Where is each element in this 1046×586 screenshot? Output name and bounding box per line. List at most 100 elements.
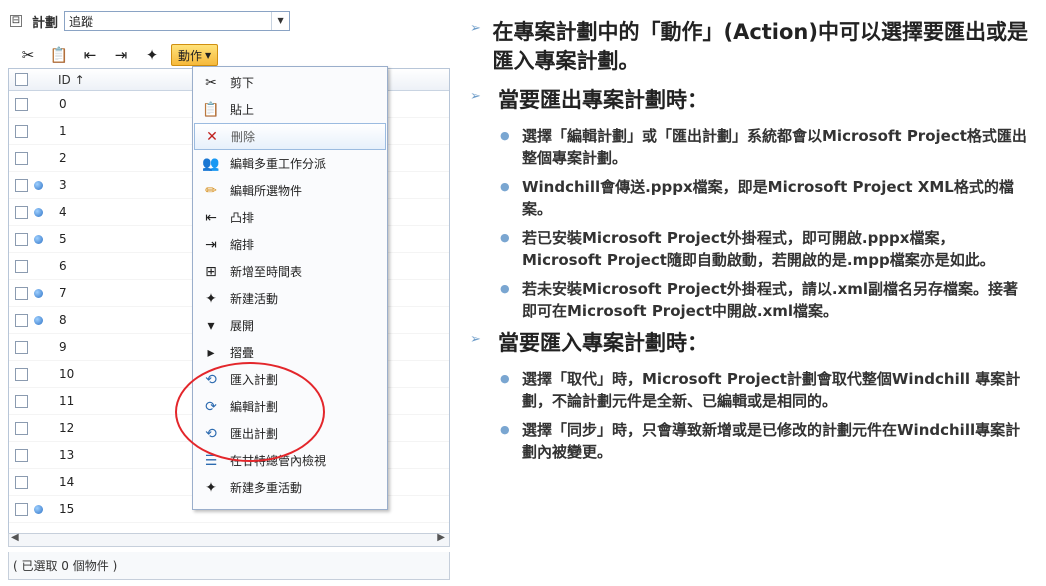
scroll-right-icon[interactable]: ▶ [437, 532, 445, 543]
menu-item-label: 貼上 [230, 103, 255, 117]
menu-item-label: 新建活動 [230, 292, 279, 306]
chevron-down-icon: ▼ [205, 50, 212, 60]
cut-icon[interactable]: ✂ [18, 45, 38, 65]
action-menu-button[interactable]: 動作 ▼ [171, 44, 219, 66]
row-checkbox[interactable] [15, 178, 28, 192]
menu-item-label: 新增至時間表 [230, 265, 303, 279]
menu-item-label: 新建多重活動 [230, 481, 303, 495]
collapse-toggle[interactable]: ⊟ [10, 15, 22, 27]
row-checkbox[interactable] [15, 286, 28, 300]
note-bullet: ➢ 當要匯出專案計劃時： [470, 86, 1040, 115]
status-dot-icon [34, 207, 43, 217]
menu-item[interactable]: ✂ 剪下 [193, 69, 387, 96]
row-id: 4 [59, 205, 67, 219]
toolbar: ✂ 📋 ⇤ ⇥ ✦ 動作 ▼ [18, 42, 219, 68]
menu-item[interactable]: ✕ 刪除 [194, 123, 386, 150]
notes-panel: ➢ 在專案計劃中的「動作」(Action)中可以選擇要匯出或是匯入專案計劃。 ➢… [470, 18, 1040, 470]
row-checkbox[interactable] [15, 502, 28, 516]
row-checkbox[interactable] [15, 394, 28, 408]
row-checkbox[interactable] [15, 124, 28, 138]
paste-icon: 📋 [202, 101, 220, 118]
sub-bullet: ● 選擇「同步」時，只會導致新增或是已修改的計劃元件在Windchill專案計劃內… [500, 419, 1040, 463]
dot-bullet-icon: ● [500, 180, 510, 193]
status-dot-icon [34, 504, 43, 514]
menu-item-label: 摺疊 [230, 346, 255, 360]
multi-activity-icon: ✦ [205, 479, 217, 496]
outdent-icon[interactable]: ⇤ [80, 45, 100, 65]
dot-bullet-icon: ● [500, 282, 510, 295]
status-dot-icon [34, 234, 43, 244]
highlight-circle [175, 362, 325, 462]
multi-assign-icon: 👥 [202, 155, 220, 172]
row-id: 0 [59, 97, 67, 111]
export-sub-list: ● 選擇「編輯計劃」或「匯出計劃」系統都會以Microsoft Project格式… [500, 125, 1040, 322]
row-checkbox[interactable] [15, 340, 28, 354]
delete-icon: ✕ [206, 128, 218, 145]
status-dot-icon [34, 315, 43, 325]
row-id: 11 [59, 394, 75, 408]
sub-bullet-text: 若已安裝Microsoft Project外掛程式，即可開啟.pppx檔案，Mi… [522, 229, 995, 269]
row-checkbox[interactable] [15, 97, 28, 111]
id-column-header[interactable]: ID ↑ [58, 73, 85, 87]
row-checkbox[interactable] [15, 475, 28, 489]
row-checkbox[interactable] [15, 367, 28, 381]
sub-bullet-text: 若未安裝Microsoft Project外掛程式，請以.xml副檔名另存檔案。… [522, 280, 1019, 320]
menu-item[interactable]: ✦ 新建多重活動 [193, 474, 387, 501]
row-checkbox[interactable] [15, 421, 28, 435]
menu-item-label: 展開 [230, 319, 255, 333]
row-id: 14 [59, 475, 75, 489]
sub-bullet-text: 選擇「取代」時，Microsoft Project計劃會取代整個Windchil… [522, 370, 1021, 410]
row-id: 9 [59, 340, 67, 354]
view-select[interactable]: 追蹤 ▼ [64, 11, 291, 31]
menu-item-label: 縮排 [230, 238, 255, 252]
menu-item-label: 編輯所選物件 [230, 184, 303, 198]
add-timesheet-icon: ⊞ [205, 263, 217, 280]
sub-bullet: ● 若已安裝Microsoft Project外掛程式，即可開啟.pppx檔案，M… [500, 227, 1040, 271]
menu-item[interactable]: 📋 貼上 [193, 96, 387, 123]
note-bullet: ➢ 在專案計劃中的「動作」(Action)中可以選擇要匯出或是匯入專案計劃。 [470, 18, 1040, 76]
menu-item[interactable]: ▾ 展開 [193, 312, 387, 339]
menu-item[interactable]: ⇤ 凸排 [193, 204, 387, 231]
plan-panel: ⊟ 計劃 追蹤 ▼ ✂ 📋 ⇤ ⇥ ✦ 動作 ▼ ID ↑ 0123456789… [0, 0, 450, 586]
chevron-down-icon[interactable]: ▼ [271, 12, 289, 30]
menu-item-label: 剪下 [230, 76, 255, 90]
new-activity-icon[interactable]: ✦ [142, 45, 162, 65]
menu-item[interactable]: ⇥ 縮排 [193, 231, 387, 258]
indent-icon[interactable]: ⇥ [111, 45, 131, 65]
selection-status: ( 已選取 0 個物件 ) [8, 552, 450, 580]
menu-item[interactable]: ⊞ 新增至時間表 [193, 258, 387, 285]
dot-bullet-icon: ● [500, 423, 510, 436]
menu-item[interactable]: ✦ 新建活動 [193, 285, 387, 312]
outdent-icon: ⇤ [205, 209, 217, 226]
row-checkbox[interactable] [15, 232, 28, 246]
sub-bullet-text: 選擇「編輯計劃」或「匯出計劃」系統都會以Microsoft Project格式匯… [522, 127, 1027, 167]
note-bullet: ➢ 當要匯入專案計劃時： [470, 329, 1040, 358]
row-checkbox[interactable] [15, 259, 28, 273]
row-id: 13 [59, 448, 75, 462]
dot-bullet-icon: ● [500, 372, 510, 385]
arrow-bullet-icon: ➢ [470, 89, 481, 104]
paste-icon[interactable]: 📋 [49, 45, 69, 65]
row-id: 8 [59, 313, 67, 327]
sub-bullet-text: 選擇「同步」時，只會導致新增或是已修改的計劃元件在Windchill專案計劃內被… [522, 421, 1021, 461]
row-checkbox[interactable] [15, 151, 28, 165]
expand-icon: ▾ [207, 317, 215, 334]
row-id: 7 [59, 286, 67, 300]
new-activity-icon: ✦ [205, 290, 217, 307]
menu-item[interactable]: 👥 編輯多重工作分派 [193, 150, 387, 177]
sub-bullet: ● 選擇「編輯計劃」或「匯出計劃」系統都會以Microsoft Project格式… [500, 125, 1040, 169]
menu-item[interactable]: ✏ 編輯所選物件 [193, 177, 387, 204]
row-id: 2 [59, 151, 67, 165]
select-all-checkbox[interactable] [15, 73, 28, 86]
cut-icon: ✂ [205, 74, 217, 91]
note-text: 當要匯出專案計劃時： [498, 88, 708, 112]
menu-item[interactable]: ▸ 摺疊 [193, 339, 387, 366]
sub-bullet-text: Windchill會傳送.pppx檔案，即是Microsoft Project … [522, 178, 1014, 218]
horizontal-scrollbar[interactable]: ◀ ▶ [8, 532, 450, 547]
row-checkbox[interactable] [15, 313, 28, 327]
scroll-left-icon[interactable]: ◀ [11, 532, 19, 543]
row-checkbox[interactable] [15, 205, 28, 219]
menu-item-label: 凸排 [230, 211, 255, 225]
row-checkbox[interactable] [15, 448, 28, 462]
sub-bullet: ● 選擇「取代」時，Microsoft Project計劃會取代整個Windchi… [500, 368, 1040, 412]
